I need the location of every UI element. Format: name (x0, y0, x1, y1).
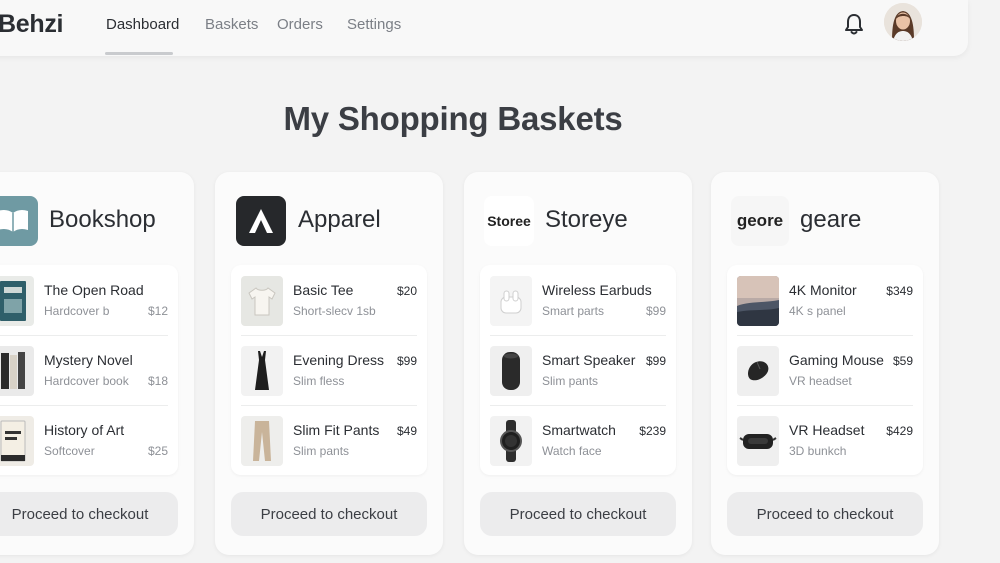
bell-icon[interactable] (843, 12, 865, 36)
user-avatar[interactable] (884, 3, 922, 41)
item-price: $429 (886, 424, 913, 438)
item-description: Slim pants (542, 374, 599, 388)
basket-card-storeye: Storee Storeye Wireless Earbuds Smart pa… (464, 172, 692, 555)
checkout-button[interactable]: Proceed to checkout (231, 492, 427, 536)
store-logo-text: Storee (487, 213, 531, 229)
list-item[interactable]: Gaming Mouse VR headset $59 (727, 335, 923, 405)
item-price: $99 (645, 304, 666, 318)
letter-a-icon (236, 196, 286, 246)
list-item[interactable]: Smartwatch Watch face $239 (480, 405, 676, 475)
item-name: Wireless Earbuds (542, 282, 652, 298)
item-name: Evening Dress (293, 352, 385, 368)
item-name: Gaming Mouse (789, 352, 884, 368)
item-name: Smartwatch (542, 422, 616, 438)
top-navbar: Behzi Dashboard Baskets Orders Settings (0, 0, 968, 56)
earbuds-thumbnail (490, 276, 532, 326)
item-description: 3D bunkch (789, 444, 847, 458)
item-description: Hardcover book (44, 374, 129, 388)
list-item[interactable]: Mystery Novel Hardcover book $18 (0, 335, 178, 405)
item-price: $12 (147, 304, 168, 318)
store-logo: Storee (484, 196, 534, 246)
store-logo: geore (731, 196, 789, 246)
book-icon (0, 196, 38, 246)
item-price: $99 (645, 354, 666, 368)
vr-headset-thumbnail (737, 416, 779, 466)
item-description: Softcover (44, 444, 95, 458)
item-price: $18 (147, 374, 168, 388)
item-price: $49 (396, 424, 417, 438)
dress-thumbnail (241, 346, 283, 396)
list-item[interactable]: VR Headset 3D bunkch $429 (727, 405, 923, 475)
item-name: History of Art (44, 422, 125, 438)
basket-item-list: The Open Road Hardcover b $12 Mystery No… (0, 265, 178, 475)
book-thumbnail (0, 416, 34, 466)
checkout-button[interactable]: Proceed to checkout (0, 492, 178, 536)
list-item[interactable]: Smart Speaker Slim pants $99 (480, 335, 676, 405)
speaker-thumbnail (490, 346, 532, 396)
item-price: $20 (396, 284, 417, 298)
smartwatch-thumbnail (490, 416, 532, 466)
item-description: 4K ѕ panel (789, 304, 846, 318)
tshirt-thumbnail (241, 276, 283, 326)
store-name: geare (800, 206, 862, 233)
item-description: Smart parts (542, 304, 605, 318)
store-name: Apparel (298, 206, 381, 233)
tab-dashboard[interactable]: Dashboard (106, 16, 179, 33)
checkout-button[interactable]: Proceed to checkout (727, 492, 923, 536)
store-name: Storeye (545, 206, 628, 233)
item-description: Slim pants (293, 444, 350, 458)
item-name: 4K Monitor (789, 282, 857, 298)
basket-item-list: 4K Monitor 4K ѕ panel $349 Gaming Mouse … (727, 265, 923, 475)
list-item[interactable]: Evening Dress Slim fless $99 (231, 335, 427, 405)
item-description: Watch face (542, 444, 602, 458)
brand-logo[interactable]: Behzi (0, 10, 63, 39)
tab-orders[interactable]: Orders (277, 16, 323, 33)
list-item[interactable]: The Open Road Hardcover b $12 (0, 265, 178, 335)
item-price: $349 (886, 284, 913, 298)
tab-baskets[interactable]: Baskets (205, 16, 258, 33)
mouse-thumbnail (737, 346, 779, 396)
active-tab-indicator (105, 52, 173, 55)
book-thumbnail (0, 346, 34, 396)
item-name: Mystery Novel (44, 352, 133, 368)
basket-card-geare: geore geare 4K Monitor 4K ѕ panel $349 G… (711, 172, 939, 555)
item-name: Smart Speaker (542, 352, 636, 368)
item-description: Short-slecv 1sb (293, 304, 376, 318)
basket-item-list: Basic Tee Short-slecv 1sb $20 Evening Dr… (231, 265, 427, 475)
list-item[interactable]: Wireless Earbuds Smart parts $99 (480, 265, 676, 335)
item-price: $59 (892, 354, 913, 368)
basket-card-bookshop: Bookshop The Open Road Hardcover b $12 M… (0, 172, 194, 555)
store-logo-text: geore (736, 211, 784, 230)
page-title: My Shopping Baskets (283, 100, 623, 137)
list-item[interactable]: 4K Monitor 4K ѕ panel $349 (727, 265, 923, 335)
item-description: VR headset (789, 374, 852, 388)
checkout-button[interactable]: Proceed to checkout (480, 492, 676, 536)
list-item[interactable]: Basic Tee Short-slecv 1sb $20 (231, 265, 427, 335)
pants-thumbnail (241, 416, 283, 466)
item-price: $239 (639, 424, 666, 438)
item-price: $99 (396, 354, 417, 368)
monitor-thumbnail (737, 276, 779, 326)
book-thumbnail (0, 276, 34, 326)
item-name: VR Headset (789, 422, 865, 438)
item-name: The Open Road (44, 282, 144, 298)
item-name: Basic Tee (293, 282, 354, 298)
list-item[interactable]: Slim Fit Pants Slim pants $49 (231, 405, 427, 475)
store-name: Bookshop (49, 206, 156, 233)
item-name: Slim Fit Pants (293, 422, 380, 438)
basket-card-apparel: Apparel Basic Tee Short-slecv 1sb $20 Ev… (215, 172, 443, 555)
item-description: Hardcover b (44, 304, 110, 318)
list-item[interactable]: History of Art Softcover $25 (0, 405, 178, 475)
item-description: Slim fless (293, 374, 345, 388)
item-price: $25 (147, 444, 168, 458)
basket-item-list: Wireless Earbuds Smart parts $99 Smart S… (480, 265, 676, 475)
tab-settings[interactable]: Settings (347, 16, 401, 33)
